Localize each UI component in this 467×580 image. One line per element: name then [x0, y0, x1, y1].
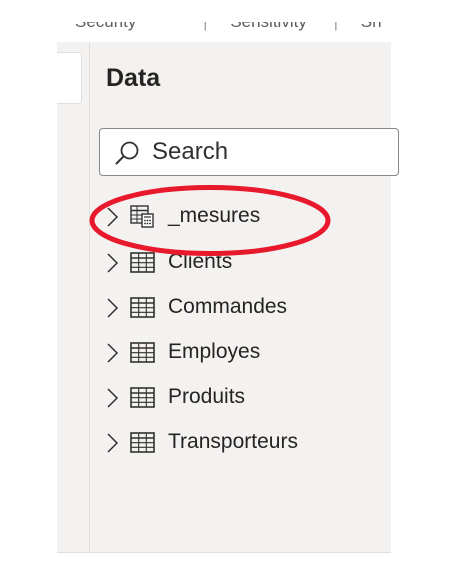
table-item-employes[interactable]: Employes [104, 333, 384, 373]
search-icon [115, 141, 139, 165]
table-label: Clients [168, 250, 233, 273]
divider [57, 552, 391, 553]
table-item-clients[interactable]: Clients [104, 243, 384, 283]
table-icon [130, 387, 155, 408]
table-label: _mesures [168, 204, 261, 227]
chevron-right-icon[interactable] [104, 387, 120, 409]
table-icon [130, 252, 155, 273]
table-item-commandes[interactable]: Commandes [104, 288, 384, 328]
search-input[interactable] [152, 137, 382, 167]
ribbon-tab-security[interactable]: Security [75, 22, 136, 32]
table-icon [130, 342, 155, 363]
ribbon-separator: | [203, 22, 207, 32]
chevron-right-icon[interactable] [104, 432, 120, 454]
search-box[interactable] [99, 128, 399, 176]
data-pane: Data Search _mesures Clients Commandes E… [90, 42, 399, 552]
chevron-right-icon[interactable] [104, 342, 120, 364]
chevron-right-icon[interactable] [104, 206, 120, 228]
table-label: Commandes [168, 295, 288, 318]
table-item-produits[interactable]: Produits [104, 378, 384, 418]
table-label: Transporteurs [168, 430, 298, 453]
table-item-transporteurs[interactable]: Transporteurs [104, 423, 384, 463]
table-label: Produits [168, 385, 246, 408]
measure-table-icon [130, 205, 154, 228]
ribbon-separator: | [334, 22, 338, 32]
table-item-mesures[interactable]: _mesures [104, 197, 384, 237]
collapsed-pane-strip [57, 42, 90, 552]
ribbon-tab-sensitivity[interactable]: Sensitivity [230, 22, 307, 32]
collapsed-pane-tab[interactable] [57, 52, 82, 104]
ribbon-tabs-strip: Security | Sensitivity | Sh [57, 22, 391, 42]
pane-title: Data [106, 64, 161, 92]
table-label: Employes [168, 340, 261, 363]
ribbon-tab-share[interactable]: Sh [361, 22, 382, 32]
chevron-right-icon[interactable] [104, 252, 120, 274]
chevron-right-icon[interactable] [104, 297, 120, 319]
table-icon [130, 297, 155, 318]
table-icon [130, 432, 155, 453]
